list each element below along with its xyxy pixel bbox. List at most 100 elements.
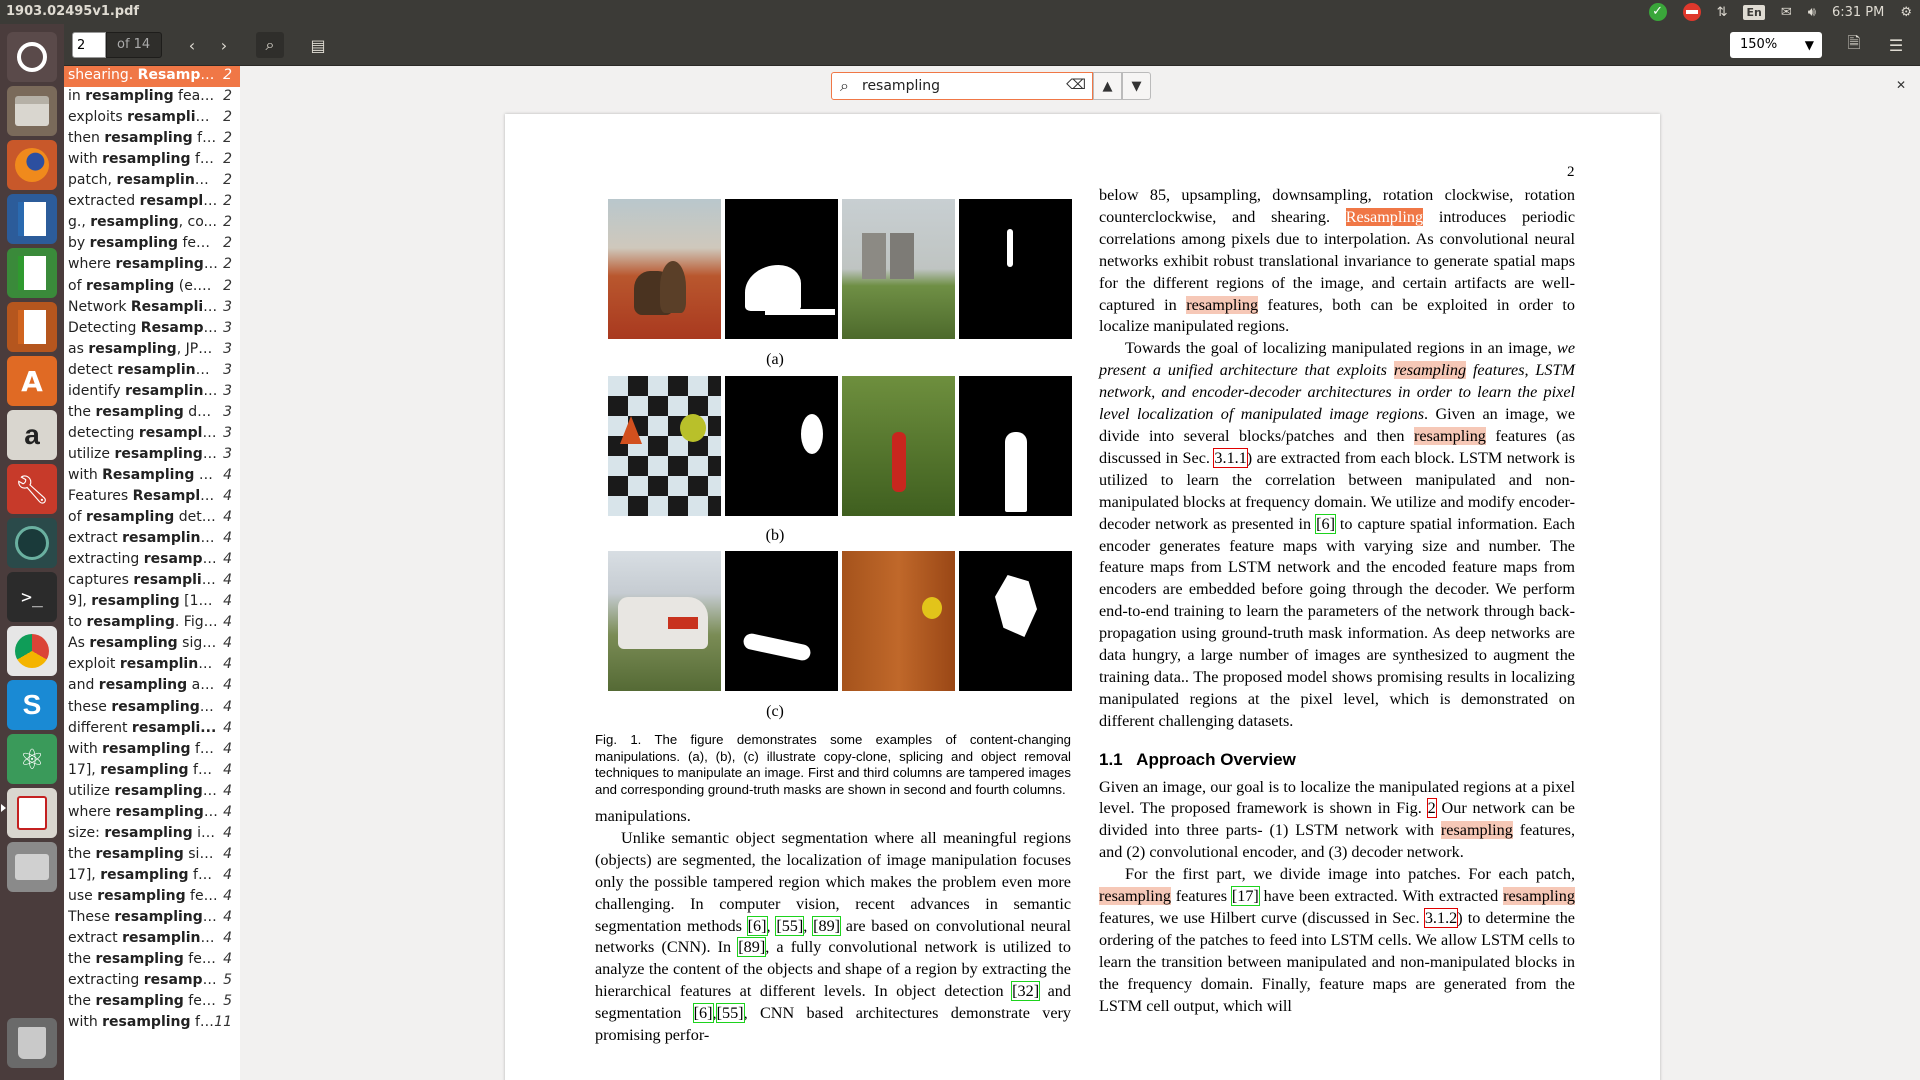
find-result-item[interactable]: to resampling. Fig. ... 4 <box>64 613 240 634</box>
find-result-item[interactable]: with Resampling F... 4 <box>64 466 240 487</box>
sidebar-toggle-button[interactable]: ▤ <box>304 32 332 58</box>
backspace-icon[interactable]: ⌫ <box>1066 77 1086 93</box>
find-result-item[interactable]: g., resampling, co... 2 <box>64 213 240 234</box>
find-result-item[interactable]: Features Resampli... 4 <box>64 487 240 508</box>
find-result-item[interactable]: patch, resampling ... 2 <box>64 171 240 192</box>
launcher-atom[interactable]: ⚛ <box>7 734 57 784</box>
citation-link[interactable]: [6] <box>1315 513 1336 534</box>
figure-mask-checkerboard <box>725 376 838 516</box>
sound-indicator[interactable]: 🔊︎ <box>1800 0 1824 24</box>
find-result-item[interactable]: the resampling sig... 4 <box>64 845 240 866</box>
find-result-item[interactable]: then resampling fe... 2 <box>64 129 240 150</box>
network-indicator[interactable]: ⇅ <box>1709 0 1736 24</box>
find-previous-button[interactable]: ▲ <box>1093 72 1122 100</box>
find-input[interactable] <box>862 76 1062 96</box>
find-result-item[interactable]: use resampling fea... 4 <box>64 887 240 908</box>
find-result-item[interactable]: and resampling are... 4 <box>64 676 240 697</box>
launcher-amazon[interactable]: a <box>7 410 57 460</box>
find-result-item[interactable]: As resampling sign... 4 <box>64 634 240 655</box>
close-find-button[interactable]: ✕ <box>1896 78 1906 92</box>
find-button[interactable]: ⌕ <box>256 32 284 58</box>
launcher-settings[interactable]: 🔧︎ <box>7 464 57 514</box>
launcher-writer[interactable] <box>7 194 57 244</box>
find-result-item[interactable]: as resampling, JPE... 3 <box>64 340 240 361</box>
find-result-item[interactable]: the resampling fea... 4 <box>64 950 240 971</box>
update-ok-indicator[interactable]: ✓ <box>1641 0 1675 24</box>
find-result-page: 4 <box>223 530 232 547</box>
launcher-impress[interactable] <box>7 302 57 352</box>
find-result-item[interactable]: shearing. Resampli... 2 <box>64 66 240 87</box>
section-link[interactable]: 3.1.2 <box>1423 908 1459 928</box>
find-result-item[interactable]: with resampling fe... 4 <box>64 740 240 761</box>
find-result-item[interactable]: the resampling feat... 5 <box>64 992 240 1013</box>
find-result-item[interactable]: in resampling feat... 2 <box>64 87 240 108</box>
find-result-item[interactable]: These resampling f... 4 <box>64 908 240 929</box>
menu-button[interactable]: ☰ <box>1882 32 1910 58</box>
find-result-item[interactable]: exploits resamplin... 2 <box>64 108 240 129</box>
find-result-item[interactable]: where resampling ... 4 <box>64 803 240 824</box>
section-link[interactable]: 3.1.1 <box>1213 447 1248 468</box>
find-result-item[interactable]: of resampling (e.g.... 2 <box>64 277 240 298</box>
find-result-item[interactable]: where resampling ... 2 <box>64 255 240 276</box>
find-result-item[interactable]: exploit resampling ... 4 <box>64 655 240 676</box>
find-result-item[interactable]: of resampling dete... 4 <box>64 508 240 529</box>
find-result-item[interactable]: captures resamplin... 4 <box>64 571 240 592</box>
find-result-item[interactable]: extracted resampli... 2 <box>64 192 240 213</box>
citation-link[interactable]: [32] <box>1011 981 1041 1002</box>
session-indicator[interactable]: ⚙ <box>1892 0 1920 24</box>
find-result-item[interactable]: with resampling fe...11 <box>64 1013 240 1034</box>
launcher-software-center[interactable]: A <box>7 356 57 406</box>
find-result-item[interactable]: utilize resampling f... 4 <box>64 782 240 803</box>
find-result-item[interactable]: by resampling feat... 2 <box>64 234 240 255</box>
launcher-terminal[interactable]: >_ <box>7 572 57 622</box>
find-result-item[interactable]: extract resampling... 4 <box>64 929 240 950</box>
find-result-item[interactable]: Network Resampli... 3 <box>64 298 240 319</box>
find-result-item[interactable]: extracting resampl... 4 <box>64 550 240 571</box>
launcher-disk[interactable] <box>7 842 57 892</box>
find-result-item[interactable]: 17], resampling fea... 4 <box>64 866 240 887</box>
annotations-button[interactable]: 🗎︎ <box>1840 32 1868 58</box>
clock[interactable]: 6:31 PM <box>1824 0 1892 24</box>
page-number-input[interactable] <box>72 32 106 58</box>
find-result-item[interactable]: with resampling fe... 2 <box>64 150 240 171</box>
citation-link[interactable]: [6] <box>692 1003 714 1024</box>
citation-link[interactable]: [55] <box>775 915 805 936</box>
figure-link[interactable]: 2 <box>1426 798 1437 819</box>
find-field[interactable]: ⌕ ⌫ <box>831 72 1093 100</box>
citation-link[interactable]: [89] <box>812 915 842 936</box>
find-result-item[interactable]: different resampli... 4 <box>64 719 240 740</box>
find-result-item[interactable]: extracting resampl... 5 <box>64 971 240 992</box>
citation-link[interactable]: [17] <box>1230 886 1260 907</box>
find-result-item[interactable]: 17], resampling fea... 4 <box>64 761 240 782</box>
previous-page-button[interactable]: ‹ <box>178 32 206 58</box>
find-result-item[interactable]: identify resamplin... 3 <box>64 382 240 403</box>
launcher-dash[interactable] <box>7 32 57 82</box>
launcher-skype[interactable]: S <box>7 680 57 730</box>
find-result-item[interactable]: 9], resampling [10],... 4 <box>64 592 240 613</box>
launcher-gitkraken[interactable] <box>7 518 57 568</box>
find-result-item[interactable]: Detecting Resampl... 3 <box>64 319 240 340</box>
blocked-indicator[interactable] <box>1675 0 1709 24</box>
find-result-item[interactable]: detecting resampli... 3 <box>64 424 240 445</box>
find-result-item[interactable]: extract resampling... 4 <box>64 529 240 550</box>
citation-link[interactable]: [55] <box>715 1003 745 1024</box>
find-next-button[interactable]: ▼ <box>1122 72 1151 100</box>
launcher-files[interactable] <box>7 86 57 136</box>
mail-indicator[interactable]: ✉ <box>1773 0 1800 24</box>
next-page-button[interactable]: › <box>210 32 238 58</box>
keyboard-indicator[interactable]: En <box>1735 0 1772 24</box>
citation-link[interactable]: [6] <box>746 915 768 936</box>
find-result-item[interactable]: size: resampling is ... 4 <box>64 824 240 845</box>
citation-link[interactable]: [89] <box>737 937 767 958</box>
launcher-chrome[interactable] <box>7 626 57 676</box>
launcher-firefox[interactable] <box>7 140 57 190</box>
launcher-document-viewer[interactable] <box>7 788 57 838</box>
find-result-item[interactable]: detect resampling i... 3 <box>64 361 240 382</box>
find-result-item[interactable]: these resampling f... 4 <box>64 698 240 719</box>
find-result-item[interactable]: utilize resampling f... 3 <box>64 445 240 466</box>
find-result-text: As resampling sign... <box>68 635 218 651</box>
zoom-select[interactable]: 150% ▼ <box>1730 32 1822 58</box>
launcher-calc[interactable] <box>7 248 57 298</box>
find-result-item[interactable]: the resampling det... 3 <box>64 403 240 424</box>
launcher-trash[interactable] <box>7 1018 57 1068</box>
